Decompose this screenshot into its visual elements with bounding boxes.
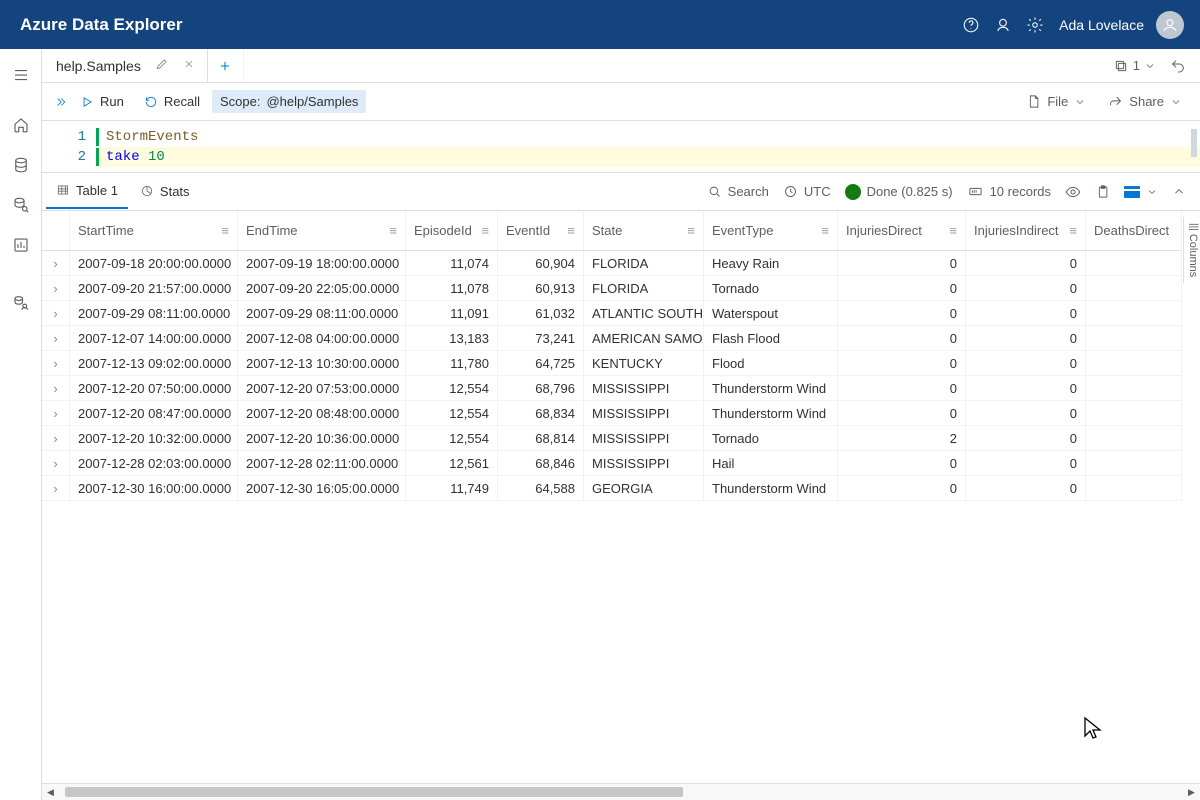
- table-row[interactable]: ›2007-12-20 07:50:00.00002007-12-20 07:5…: [42, 376, 1182, 401]
- settings-icon[interactable]: [1019, 9, 1051, 41]
- table-row[interactable]: ›2007-09-20 21:57:00.00002007-09-20 22:0…: [42, 276, 1182, 301]
- table-row[interactable]: ›2007-09-18 20:00:00.00002007-09-19 18:0…: [42, 251, 1182, 276]
- results-header: Table 1 Stats Search UTC Done (0.825 s): [42, 173, 1200, 211]
- tab-strip: help.Samples 1: [42, 49, 1200, 83]
- results-tab-stats[interactable]: Stats: [130, 176, 200, 208]
- table-row[interactable]: ›2007-12-28 02:03:00.00002007-12-28 02:1…: [42, 451, 1182, 476]
- results-tab-table[interactable]: Table 1: [46, 175, 128, 209]
- col-endtime[interactable]: EndTime≡: [238, 211, 406, 250]
- menu-icon[interactable]: [1, 57, 41, 93]
- file-button[interactable]: File: [1018, 90, 1094, 113]
- scroll-right-icon[interactable]: ▶: [1183, 784, 1200, 800]
- left-rail: [0, 49, 42, 800]
- expand-row-icon[interactable]: ›: [42, 301, 70, 325]
- app-bar: Azure Data Explorer Ada Lovelace: [0, 0, 1200, 49]
- user-name: Ada Lovelace: [1059, 17, 1144, 33]
- expand-row-icon[interactable]: ›: [42, 476, 70, 500]
- col-episodeid[interactable]: EpisodeId≡: [406, 211, 498, 250]
- table-row[interactable]: ›2007-12-30 16:00:00.00002007-12-30 16:0…: [42, 476, 1182, 501]
- grid-header-row: StartTime≡ EndTime≡ EpisodeId≡ EventId≡ …: [42, 211, 1182, 251]
- expand-row-icon[interactable]: ›: [42, 401, 70, 425]
- avatar[interactable]: [1156, 11, 1184, 39]
- table-row[interactable]: ›2007-12-20 08:47:00.00002007-12-20 08:4…: [42, 401, 1182, 426]
- col-injuriesdirect[interactable]: InjuriesDirect≡: [838, 211, 966, 250]
- expand-row-icon[interactable]: ›: [42, 426, 70, 450]
- close-tab-icon[interactable]: [183, 58, 195, 73]
- col-eventtype[interactable]: EventType≡: [704, 211, 838, 250]
- share-button[interactable]: Share: [1100, 90, 1190, 113]
- expand-row-icon[interactable]: ›: [42, 251, 70, 275]
- timezone-button[interactable]: UTC: [781, 182, 833, 201]
- col-starttime[interactable]: StartTime≡: [70, 211, 238, 250]
- hide-empty-icon[interactable]: [1063, 182, 1083, 202]
- copy-queries-button[interactable]: 1: [1109, 56, 1160, 76]
- check-icon: [845, 184, 861, 200]
- tab-label: help.Samples: [56, 58, 141, 74]
- col-injuriesindirect[interactable]: InjuriesIndirect≡: [966, 211, 1086, 250]
- expand-toolbar-icon[interactable]: [52, 94, 68, 110]
- query-editor[interactable]: 1 2 StormEvents take 10: [42, 121, 1200, 173]
- data-icon[interactable]: [1, 147, 41, 183]
- color-chip-icon: [1124, 186, 1140, 198]
- editor-minimap[interactable]: [1191, 129, 1197, 157]
- scope-label: Scope:: [220, 94, 260, 109]
- table-row[interactable]: ›2007-12-20 10:32:00.00002007-12-20 10:3…: [42, 426, 1182, 451]
- collapse-results-icon[interactable]: [1170, 183, 1188, 201]
- query-tab[interactable]: help.Samples: [42, 49, 208, 82]
- expand-row-icon[interactable]: ›: [42, 376, 70, 400]
- expand-row-icon[interactable]: ›: [42, 276, 70, 300]
- record-count: 10 records: [965, 182, 1053, 201]
- table-row[interactable]: ›2007-12-13 09:02:00.00002007-12-13 10:3…: [42, 351, 1182, 376]
- dashboard-icon[interactable]: [1, 227, 41, 263]
- clipboard-icon[interactable]: [1093, 182, 1112, 201]
- help-icon[interactable]: [955, 9, 987, 41]
- run-label: Run: [100, 94, 124, 109]
- query-toolbar: Run Recall Scope: @help/Samples File Sha…: [42, 83, 1200, 121]
- editor-gutter: 1 2: [42, 121, 96, 172]
- expand-row-icon[interactable]: ›: [42, 351, 70, 375]
- query-icon[interactable]: [1, 187, 41, 223]
- tab-counter: 1: [1133, 58, 1140, 73]
- main-area: help.Samples 1 Run: [42, 49, 1200, 800]
- scroll-left-icon[interactable]: ◀: [42, 784, 59, 800]
- scope-chip[interactable]: Scope: @help/Samples: [212, 90, 366, 113]
- run-button[interactable]: Run: [72, 90, 132, 113]
- color-rows-button[interactable]: [1122, 184, 1160, 200]
- editor-content[interactable]: StormEvents take 10: [96, 121, 1200, 172]
- edit-tab-icon[interactable]: [155, 57, 169, 74]
- horizontal-scrollbar[interactable]: ◀ ▶: [42, 783, 1200, 800]
- expand-row-icon[interactable]: ›: [42, 451, 70, 475]
- status-done: Done (0.825 s): [843, 182, 955, 202]
- search-button[interactable]: Search: [705, 182, 771, 201]
- col-deathsdirect[interactable]: DeathsDirect: [1086, 211, 1182, 250]
- home-icon[interactable]: [1, 107, 41, 143]
- recall-button[interactable]: Recall: [136, 90, 208, 113]
- recall-label: Recall: [164, 94, 200, 109]
- results-grid-wrap: ||| Columns StartTime≡ EndTime≡ EpisodeI…: [42, 211, 1200, 800]
- file-label: File: [1047, 94, 1068, 109]
- user-area[interactable]: Ada Lovelace: [1059, 11, 1184, 39]
- table-row[interactable]: ›2007-09-29 08:11:00.00002007-09-29 08:1…: [42, 301, 1182, 326]
- columns-panel-toggle[interactable]: ||| Columns: [1183, 217, 1200, 283]
- app-title: Azure Data Explorer: [20, 15, 183, 35]
- undo-icon[interactable]: [1166, 56, 1190, 76]
- results-grid[interactable]: StartTime≡ EndTime≡ EpisodeId≡ EventId≡ …: [42, 211, 1182, 782]
- scope-value: @help/Samples: [266, 94, 358, 109]
- share-label: Share: [1129, 94, 1164, 109]
- feedback-icon[interactable]: [987, 9, 1019, 41]
- col-eventid[interactable]: EventId≡: [498, 211, 584, 250]
- expand-row-icon[interactable]: ›: [42, 326, 70, 350]
- add-tab-button[interactable]: [208, 49, 244, 82]
- table-row[interactable]: ›2007-12-07 14:00:00.00002007-12-08 04:0…: [42, 326, 1182, 351]
- scrollbar-thumb[interactable]: [65, 787, 683, 797]
- mydata-icon[interactable]: [1, 285, 41, 321]
- col-state[interactable]: State≡: [584, 211, 704, 250]
